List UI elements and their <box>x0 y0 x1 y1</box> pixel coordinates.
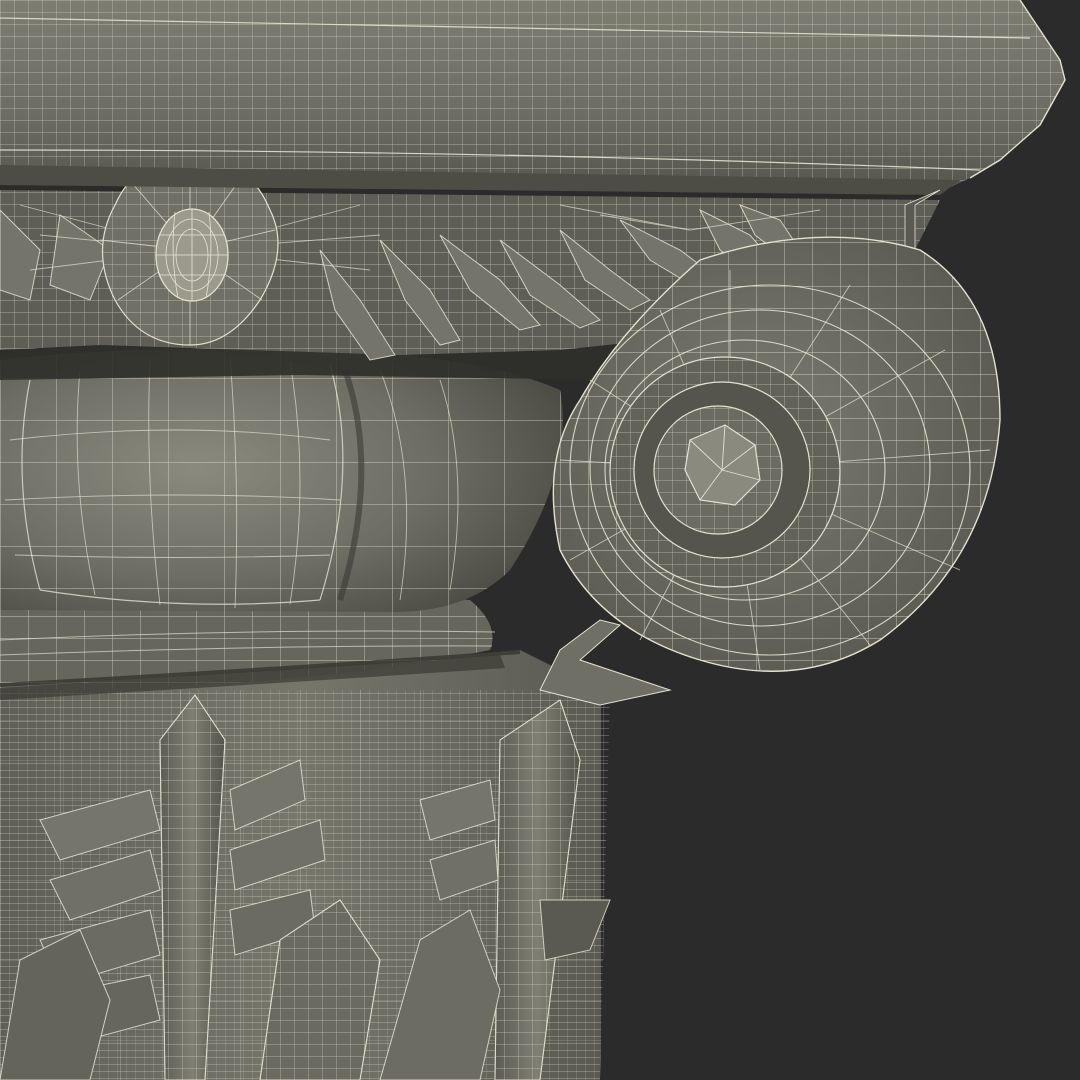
render-viewport <box>0 0 1080 1080</box>
capital-render <box>0 0 1080 1080</box>
